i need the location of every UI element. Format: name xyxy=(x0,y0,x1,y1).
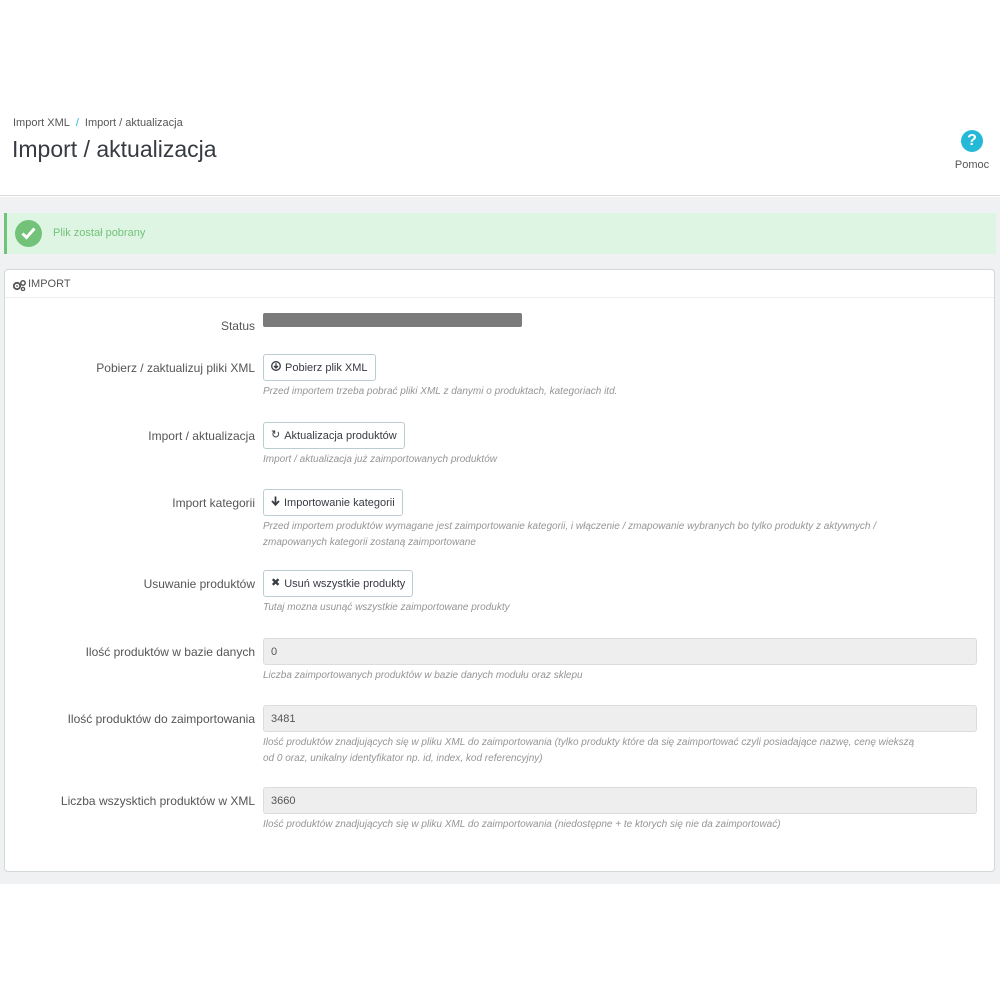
to-import-help-line-1: Ilość produktów znadjujących się w pliku… xyxy=(263,737,915,748)
total-xml-label: Liczba wszysktich produktów w XML xyxy=(60,794,255,808)
import-categories-button[interactable]: Importowanie kategorii xyxy=(263,489,403,516)
breadcrumb-separator: / xyxy=(75,117,79,129)
breadcrumb-item-import-xml[interactable]: Import XML xyxy=(13,117,70,129)
page-header: Import XML / Import / aktualizacja Import … xyxy=(0,106,1000,196)
question-circle-icon[interactable]: ? xyxy=(961,130,983,152)
help-button[interactable]: ? Pomoc xyxy=(952,130,992,171)
update-products-button[interactable]: ↻ Aktualizacja produktów xyxy=(263,422,405,449)
db-count-help: Liczba zaimportowanych produktów w bazie… xyxy=(263,670,583,681)
check-circle-icon xyxy=(15,220,42,247)
categories-label: Import kategorii xyxy=(172,496,255,510)
categories-help-line-1: Przed importem produktów wymagane jest z… xyxy=(263,521,877,532)
status-label: Status xyxy=(220,319,255,333)
download-label: Pobierz / zaktualizuj pliki XML xyxy=(96,361,255,375)
to-import-field[interactable]: 3481 xyxy=(263,705,977,732)
to-import-help: Ilość produktów znadjujących się w pliku… xyxy=(263,735,914,767)
gears-icon xyxy=(12,278,26,296)
download-help: Przed importem trzeba pobrać pliki XML z… xyxy=(263,386,618,397)
status-bar xyxy=(263,313,522,327)
categories-help-line-2: zmapowanych kategorii zostaną zaimportow… xyxy=(263,537,476,548)
update-label: Import / aktualizacja xyxy=(148,429,255,443)
import-categories-button-label: Importowanie kategorii xyxy=(284,496,395,509)
content-area: Plik został pobrany IMPORT Status Pobier… xyxy=(0,197,1000,884)
arrow-circle-down-icon xyxy=(271,361,281,374)
update-products-button-label: Aktualizacja produktów xyxy=(284,429,397,442)
total-xml-field[interactable]: 3660 xyxy=(263,787,977,814)
total-xml-help: Ilość produktów znadjujących się w pliku… xyxy=(263,819,781,830)
delete-help: Tutaj mozna usunąć wszystkie zaimportowa… xyxy=(263,602,510,613)
panel-heading: IMPORT xyxy=(5,270,994,298)
help-label[interactable]: Pomoc xyxy=(952,159,992,171)
delete-label: Usuwanie produktów xyxy=(143,577,255,591)
arrow-down-icon xyxy=(271,496,280,509)
download-xml-button-label: Pobierz plik XML xyxy=(285,361,368,374)
delete-all-products-button-label: Usuń wszystkie produkty xyxy=(284,577,406,590)
categories-help: Przed importem produktów wymagane jest z… xyxy=(263,519,876,551)
db-count-label: Ilość produktów w bazie danych xyxy=(85,645,255,659)
delete-all-products-button[interactable]: ✖ Usuń wszystkie produkty xyxy=(263,570,414,597)
download-xml-button[interactable]: Pobierz plik XML xyxy=(263,354,376,381)
success-alert: Plik został pobrany xyxy=(4,213,996,254)
refresh-icon: ↻ xyxy=(271,429,281,441)
import-panel: IMPORT Status Pobierz / zaktualizuj plik… xyxy=(4,269,995,872)
breadcrumb: Import XML / Import / aktualizacja xyxy=(13,117,183,129)
update-help: Import / aktualizacja już zaimportowanyc… xyxy=(263,454,497,465)
panel-title: IMPORT xyxy=(28,278,71,290)
to-import-help-line-2: od 0 oraz, unikalny identyfikator np. id… xyxy=(263,753,543,764)
breadcrumb-item-current[interactable]: Import / aktualizacja xyxy=(85,117,183,129)
db-count-field[interactable]: 0 xyxy=(263,638,977,665)
page-title: Import / aktualizacja xyxy=(12,136,217,162)
times-icon: ✖ xyxy=(271,577,281,589)
alert-text: Plik został pobrany xyxy=(53,227,146,239)
to-import-label: Ilość produktów do zaimportowania xyxy=(67,712,255,726)
